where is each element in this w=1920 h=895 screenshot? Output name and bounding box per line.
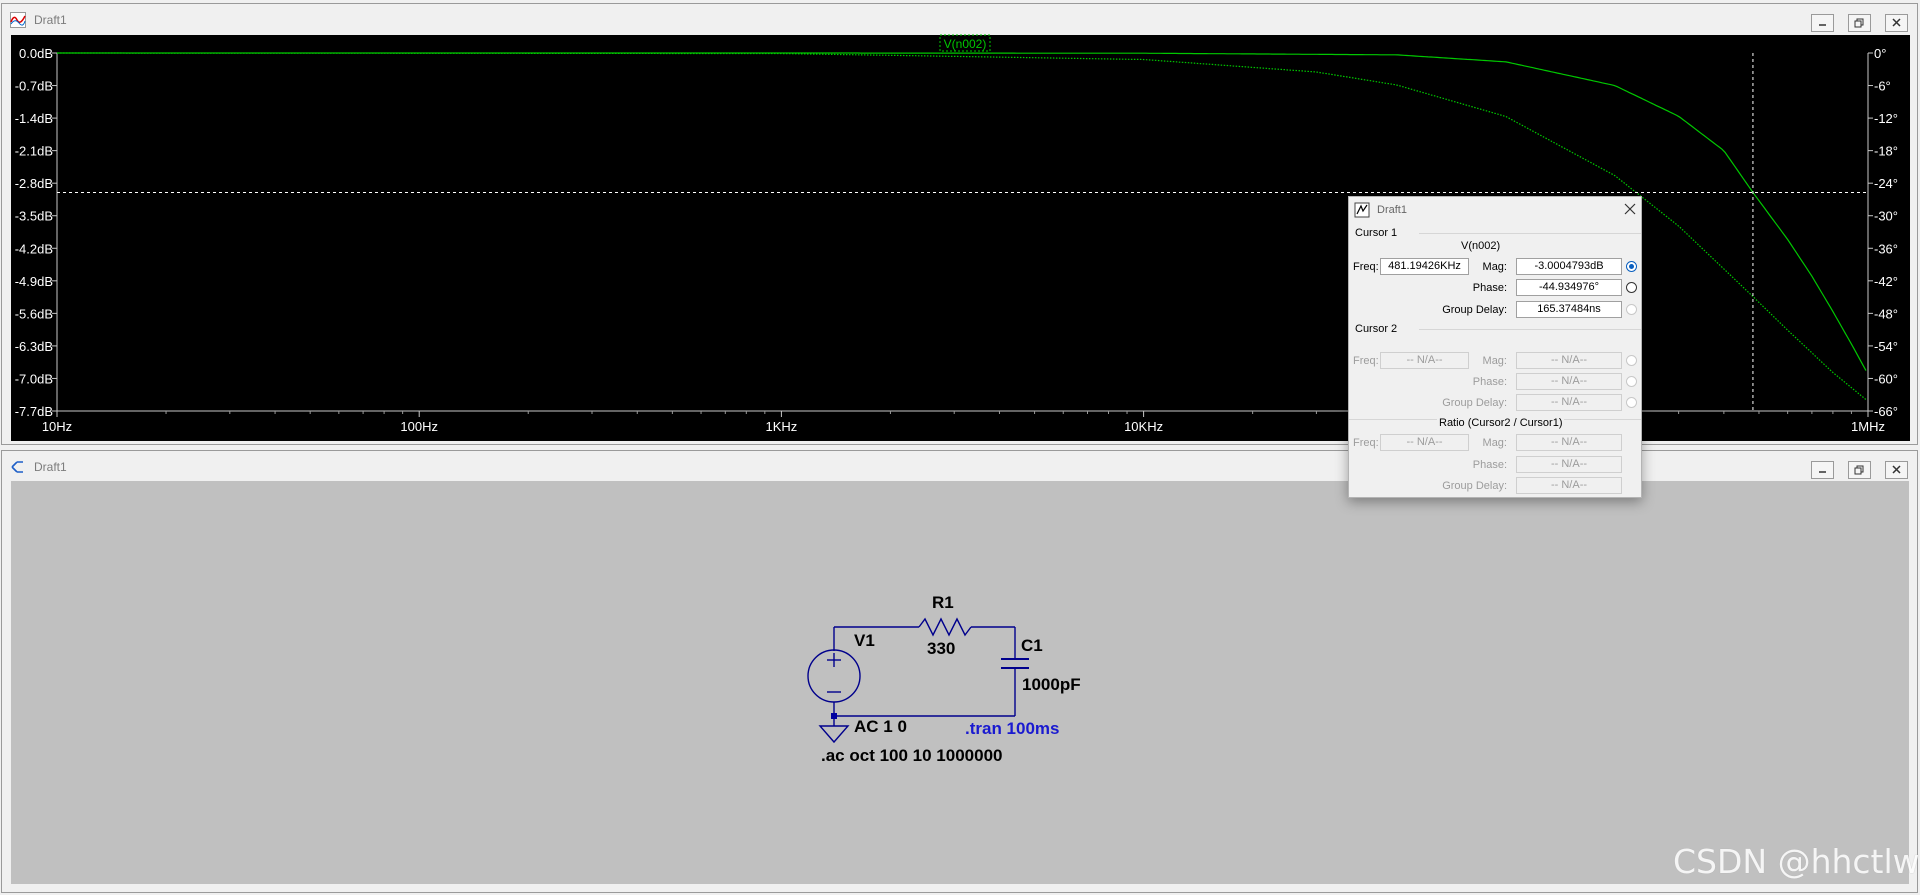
y-right-tick-label: -36° bbox=[1874, 241, 1898, 256]
cursor1-group-delay-label: Group Delay: bbox=[1442, 304, 1507, 316]
r1-value-label[interactable]: 330 bbox=[927, 639, 955, 659]
cursor2-group-delay-radio[interactable] bbox=[1626, 397, 1637, 408]
x-tick-label: 1MHz bbox=[1851, 419, 1885, 434]
minimize-button[interactable] bbox=[1811, 461, 1834, 479]
cursor1-phase-label: Phase: bbox=[1472, 282, 1507, 294]
resistor-r1[interactable] bbox=[918, 617, 972, 637]
cursor2-mag-radio[interactable] bbox=[1626, 355, 1637, 366]
y-right-tick-label: -18° bbox=[1874, 144, 1898, 159]
cursor2-group-delay-label: Group Delay: bbox=[1442, 397, 1507, 409]
c1-value-label[interactable]: 1000pF bbox=[1022, 675, 1081, 695]
restore-button[interactable] bbox=[1848, 461, 1871, 479]
schematic-window-title: Draft1 bbox=[34, 460, 67, 474]
c1-name-label[interactable]: C1 bbox=[1021, 636, 1043, 656]
y-left-tick-label: -4.9dB bbox=[15, 274, 53, 289]
y-left-tick-label: -7.7dB bbox=[15, 404, 53, 419]
x-tick-label: 10Hz bbox=[42, 419, 72, 434]
v1-value-label[interactable]: AC 1 0 bbox=[854, 717, 907, 737]
y-right-tick-label: -6° bbox=[1874, 79, 1891, 94]
cursor2-freq-field[interactable]: -- N/A-- bbox=[1380, 352, 1469, 369]
cursor1-freq-label: Freq: bbox=[1353, 261, 1379, 273]
ac-directive[interactable]: .ac oct 100 10 1000000 bbox=[821, 746, 1002, 766]
cursor2-phase-field[interactable]: -- N/A-- bbox=[1516, 373, 1622, 390]
close-icon[interactable] bbox=[1623, 202, 1637, 216]
y-right-tick-label: -42° bbox=[1874, 274, 1898, 289]
cursor2-freq-label: Freq: bbox=[1353, 355, 1379, 367]
divider bbox=[1419, 233, 1641, 234]
y-right-tick-label: -60° bbox=[1874, 371, 1898, 386]
cursor1-group-delay-field[interactable]: 165.37484ns bbox=[1516, 301, 1622, 318]
cursor2-section-label: Cursor 2 bbox=[1355, 323, 1398, 335]
y-left-tick-label: -4.2dB bbox=[15, 241, 53, 256]
cursor1-phase-radio[interactable] bbox=[1626, 282, 1637, 293]
voltage-source-v1[interactable] bbox=[807, 649, 861, 703]
ratio-mag-label: Mag: bbox=[1482, 437, 1507, 449]
ratio-phase-field: -- N/A-- bbox=[1516, 456, 1622, 473]
y-right-tick-label: -48° bbox=[1874, 306, 1898, 321]
cursor2-phase-radio[interactable] bbox=[1626, 376, 1637, 387]
cursor1-trace-name: V(n002) bbox=[1461, 240, 1501, 252]
capacitor-c1[interactable] bbox=[1001, 658, 1029, 669]
cursor1-section-label: Cursor 1 bbox=[1355, 227, 1398, 239]
cursor2-group-delay-field[interactable]: -- N/A-- bbox=[1516, 394, 1622, 411]
close-button[interactable] bbox=[1885, 461, 1908, 479]
ratio-phase-label: Phase: bbox=[1472, 459, 1507, 471]
cursor1-mag-label: Mag: bbox=[1482, 261, 1507, 273]
cursor2-mag-field[interactable]: -- N/A-- bbox=[1516, 352, 1622, 369]
y-left-tick-label: -2.8dB bbox=[15, 176, 53, 191]
v1-name-label[interactable]: V1 bbox=[854, 631, 875, 651]
y-left-tick-label: -1.4dB bbox=[15, 111, 53, 126]
cursor1-mag-radio[interactable] bbox=[1626, 261, 1637, 272]
r1-name-label[interactable]: R1 bbox=[932, 593, 954, 613]
ratio-freq-field: -- N/A-- bbox=[1380, 434, 1469, 451]
cursor-dialog: Draft1 Cursor 1 V(n002) Freq: 481.19426K… bbox=[1348, 196, 1642, 498]
y-left-tick-label: -5.6dB bbox=[15, 306, 53, 321]
csdn-watermark: CSDN @hhctlw bbox=[1673, 842, 1920, 881]
ground-symbol bbox=[818, 725, 850, 744]
trace-label[interactable]: V(n002) bbox=[944, 37, 987, 51]
cursor1-freq-field[interactable]: 481.19426KHz bbox=[1380, 258, 1469, 275]
ratio-section-label: Ratio (Cursor2 / Cursor1) bbox=[1437, 417, 1565, 429]
cursor1-mag-field[interactable]: -3.0004793dB bbox=[1516, 258, 1622, 275]
x-tick-label: 1KHz bbox=[766, 419, 798, 434]
x-tick-label: 100Hz bbox=[400, 419, 438, 434]
schematic-app-icon bbox=[10, 459, 26, 475]
y-right-tick-label: -66° bbox=[1874, 404, 1898, 419]
cursor2-mag-label: Mag: bbox=[1482, 355, 1507, 367]
divider bbox=[1419, 329, 1641, 330]
cursor2-phase-label: Phase: bbox=[1472, 376, 1507, 388]
tran-directive[interactable]: .tran 100ms bbox=[965, 719, 1060, 739]
y-right-tick-label: -54° bbox=[1874, 339, 1898, 354]
y-left-tick-label: -0.7dB bbox=[15, 79, 53, 94]
y-left-tick-label: 0.0dB bbox=[19, 46, 53, 61]
y-left-tick-label: -6.3dB bbox=[15, 339, 53, 354]
ratio-mag-field: -- N/A-- bbox=[1516, 434, 1622, 451]
y-right-tick-label: -12° bbox=[1874, 111, 1898, 126]
ratio-group-delay-field: -- N/A-- bbox=[1516, 477, 1622, 494]
ratio-group-delay-label: Group Delay: bbox=[1442, 480, 1507, 492]
ratio-freq-label: Freq: bbox=[1353, 437, 1379, 449]
schematic-canvas[interactable]: R1 330 C1 1000pF V1 AC 1 0 .tran 100ms .… bbox=[11, 481, 1909, 884]
cursor-dialog-icon bbox=[1354, 202, 1370, 218]
y-right-tick-label: -24° bbox=[1874, 176, 1898, 191]
cursor1-group-delay-radio[interactable] bbox=[1626, 304, 1637, 315]
y-left-tick-label: -7.0dB bbox=[15, 371, 53, 386]
y-left-tick-label: -3.5dB bbox=[15, 209, 53, 224]
cursor1-phase-field[interactable]: -44.934976° bbox=[1516, 279, 1622, 296]
cursor-dialog-title: Draft1 bbox=[1377, 204, 1407, 216]
y-right-tick-label: 0° bbox=[1874, 46, 1886, 61]
y-left-tick-label: -2.1dB bbox=[15, 144, 53, 159]
x-tick-label: 10KHz bbox=[1124, 419, 1163, 434]
y-right-tick-label: -30° bbox=[1874, 209, 1898, 224]
